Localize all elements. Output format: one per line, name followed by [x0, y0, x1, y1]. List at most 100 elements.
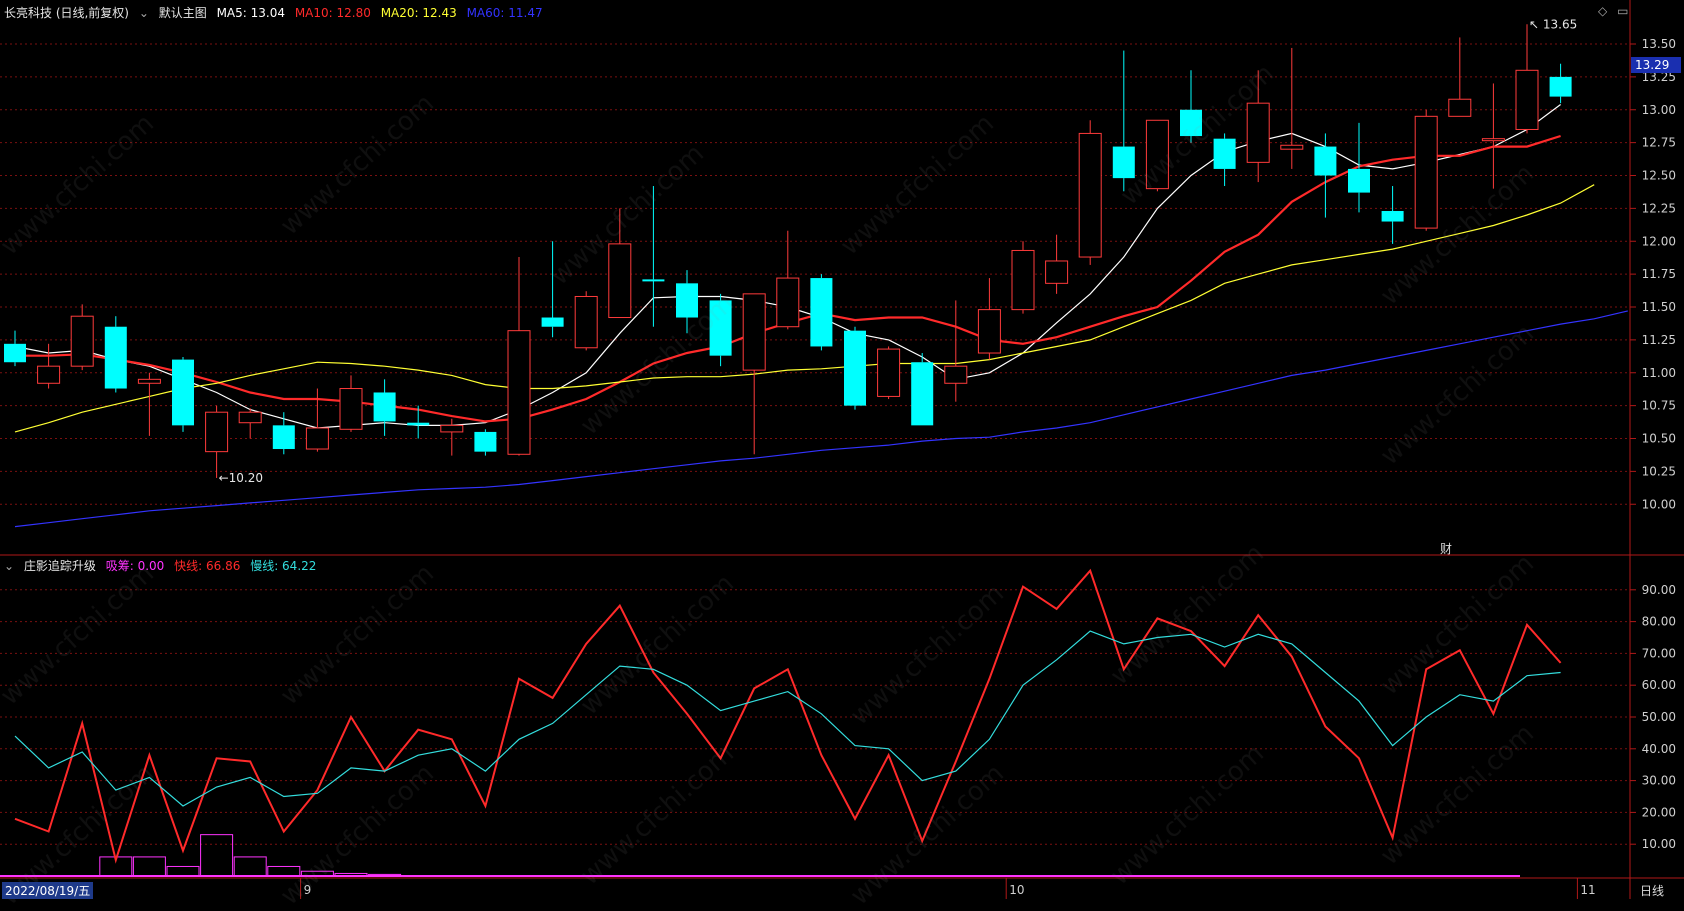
- price-tick-label: 10.75: [1642, 399, 1676, 413]
- candle: [507, 257, 531, 456]
- candle-body: [172, 359, 194, 426]
- price-tick-label: 11.00: [1642, 366, 1676, 380]
- high-price-annotation: ↖ 13.65: [1529, 17, 1577, 31]
- candle-body: [642, 279, 665, 282]
- indicator-tick-label: 30.00: [1642, 774, 1676, 788]
- candle-body: [137, 378, 161, 384]
- indicator-tick-label: 80.00: [1642, 615, 1676, 629]
- candle-body: [507, 330, 531, 455]
- price-axis: 13.5013.2513.0012.7512.5012.2512.0011.75…: [1630, 37, 1676, 511]
- indicator-header: ⌄ 庄影追踪升级 吸筹: 0.00 快线: 66.86 慢线: 64.22: [4, 557, 322, 574]
- candle: [742, 293, 766, 455]
- xichou-bar: [200, 834, 234, 877]
- price-tick-label: 10.25: [1642, 464, 1676, 478]
- candle: [1348, 122, 1370, 213]
- candle: [977, 278, 1001, 360]
- candle: [1078, 120, 1102, 265]
- candle-body: [1246, 102, 1270, 163]
- price-tick-label: 13.00: [1642, 103, 1676, 117]
- candle-body: [474, 431, 497, 452]
- stock-title[interactable]: 长亮科技 (日线,前复权): [4, 6, 129, 20]
- indicator-tick-label: 20.00: [1642, 805, 1676, 819]
- slow-line-value: 慢线: 64.22: [250, 559, 317, 573]
- ma60-value: MA60: 11.47: [466, 6, 543, 20]
- candle-body: [977, 309, 1001, 354]
- candle-body: [373, 392, 396, 422]
- candle: [1011, 241, 1035, 314]
- finance-mark[interactable]: 财: [1440, 540, 1452, 557]
- indicator-axis: 90.00 80.00 70.00 60.00 50.00 40.00 30.00 20.00…: [1630, 583, 1676, 851]
- candle-body: [205, 411, 229, 453]
- xichou-bar: [166, 865, 200, 877]
- candle: [238, 408, 262, 439]
- candle: [4, 330, 26, 367]
- chart-dropdown-icon[interactable]: ⌄: [139, 6, 149, 20]
- indicator-tick-label: 60.00: [1642, 678, 1676, 692]
- price-tick-label: 12.75: [1642, 136, 1676, 150]
- indicator-dropdown-icon[interactable]: ⌄: [4, 559, 14, 573]
- candle: [944, 300, 968, 402]
- candle-body: [440, 424, 464, 433]
- price-tick-label: 11.50: [1642, 300, 1676, 314]
- candle-body: [339, 388, 363, 430]
- candle: [877, 346, 901, 400]
- price-tick-label: 10.00: [1642, 497, 1676, 511]
- candle-body: [944, 365, 968, 384]
- indicator-line: [14, 568, 1562, 864]
- collapse-icon[interactable]: ▭: [1617, 4, 1628, 18]
- candle: [574, 291, 598, 351]
- candle: [1112, 50, 1135, 192]
- candle-body: [1414, 115, 1438, 229]
- candle-body: [574, 295, 598, 349]
- candle-body: [1078, 132, 1102, 258]
- top-right-controls: ◇ ▭: [1598, 4, 1634, 18]
- diamond-icon[interactable]: ◇: [1598, 4, 1607, 18]
- annotations: ←10.20 ↖ 13.65: [219, 17, 1578, 485]
- candle: [1481, 83, 1505, 189]
- candle: [1515, 24, 1539, 134]
- candle-body: [776, 277, 800, 328]
- low-price-annotation: ←10.20: [219, 471, 263, 485]
- candle: [205, 405, 229, 478]
- candle-body: [877, 348, 901, 397]
- main-chart-label[interactable]: 默认主图: [159, 6, 207, 20]
- candle: [844, 326, 866, 410]
- candle: [474, 429, 497, 456]
- price-tick-label: 11.25: [1642, 333, 1676, 347]
- price-tick-label: 10.50: [1642, 432, 1676, 446]
- candle-body: [911, 362, 934, 426]
- month-label: 10: [1009, 883, 1024, 897]
- candle-body: [1213, 138, 1236, 169]
- candle: [1045, 234, 1069, 294]
- period-button[interactable]: 日线: [1640, 882, 1664, 899]
- candle-body: [1481, 138, 1505, 142]
- candle: [1213, 133, 1236, 187]
- candle: [1414, 109, 1438, 231]
- indicator-title[interactable]: 庄影追踪升级: [24, 559, 96, 573]
- candle-body: [1045, 260, 1069, 284]
- candle: [776, 230, 800, 330]
- ma-line-ma20: [14, 184, 1595, 433]
- candle-body: [70, 315, 94, 367]
- indicator-grid: [0, 589, 1630, 845]
- candle: [339, 375, 363, 432]
- candle-body: [238, 411, 262, 424]
- candles: [4, 24, 1572, 478]
- candle: [1280, 47, 1304, 169]
- fast-line-value: 快线: 66.86: [174, 559, 241, 573]
- candle-body: [1381, 211, 1404, 222]
- candle-body: [541, 317, 564, 327]
- candle: [104, 316, 127, 393]
- candle-body: [1011, 249, 1035, 311]
- candle-body: [844, 330, 866, 406]
- indicator-line: [14, 630, 1561, 807]
- indicator-tick-label: 90.00: [1642, 583, 1676, 597]
- price-tick-label: 12.00: [1642, 234, 1676, 248]
- indicator-tick-label: 70.00: [1642, 646, 1676, 660]
- candle-body: [4, 343, 26, 363]
- candle: [810, 274, 833, 351]
- candle: [1549, 63, 1572, 104]
- candle: [1381, 186, 1404, 244]
- candle-body: [1448, 98, 1472, 117]
- indicator-series: [0, 568, 1562, 877]
